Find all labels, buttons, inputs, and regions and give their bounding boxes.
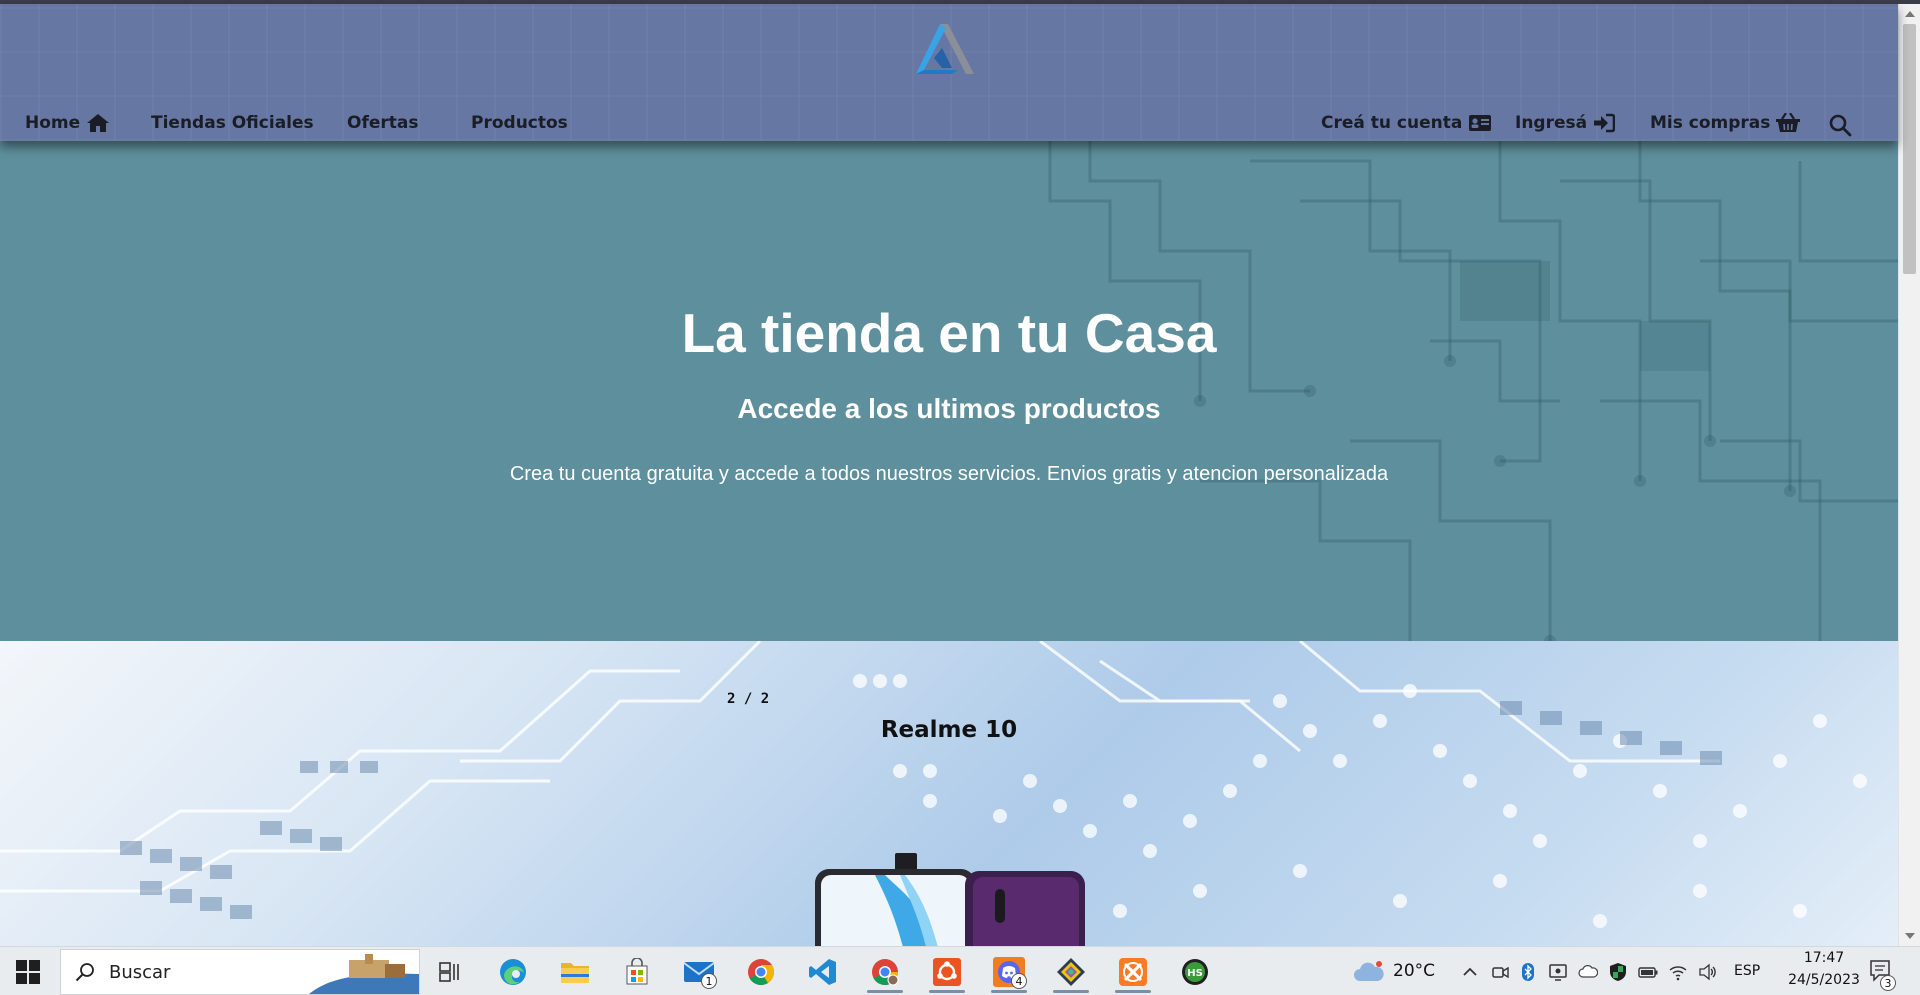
security-shield-icon[interactable] [1608, 962, 1628, 982]
windows-start-icon[interactable] [16, 960, 40, 984]
hero-subtitle: Accede a los ultimos productos [737, 393, 1161, 424]
ubuntu-icon [933, 958, 961, 986]
search-icon[interactable] [1828, 113, 1852, 137]
basket-icon [1776, 113, 1801, 132]
task-view-icon [439, 962, 459, 982]
taskbar-search-placeholder: Buscar [109, 961, 171, 983]
svg-text:HS: HS [1187, 968, 1203, 979]
nav-my-purchases[interactable]: Mis compras [1650, 110, 1801, 136]
sign-in-icon [1594, 113, 1616, 133]
nav-products-label: Productos [471, 113, 568, 133]
hero-banner: La tienda en tu Casa Accede a los ultimo… [0, 141, 1898, 641]
notifications-badge: 3 [1880, 975, 1896, 991]
nav-offers[interactable]: Ofertas [347, 110, 418, 136]
taskbar-discord[interactable]: 4 [983, 951, 1035, 993]
taskbar-file-explorer[interactable] [549, 951, 601, 993]
discord-badge: 4 [1011, 973, 1027, 989]
nav-create-account-label: Creá tu cuenta [1321, 113, 1463, 133]
taskbar-chrome[interactable] [735, 951, 787, 993]
hero-title: La tienda en tu Casa [681, 302, 1217, 364]
scroll-thumb[interactable] [1903, 24, 1916, 274]
hs-app-icon: HS [1182, 959, 1208, 985]
site-header: Home Tiendas Oficiales Ofertas Productos… [0, 4, 1898, 141]
onedrive-cloud-icon[interactable] [1578, 962, 1598, 982]
scroll-down-arrow-icon[interactable] [1904, 930, 1916, 942]
taskbar-store[interactable] [611, 951, 663, 993]
taskbar-hs-app[interactable]: HS [1169, 951, 1221, 993]
taskbar-xampp[interactable] [1107, 951, 1159, 993]
mail-badge: 1 [701, 973, 717, 989]
volume-icon[interactable] [1698, 962, 1718, 982]
nav-create-account[interactable]: Creá tu cuenta [1321, 110, 1492, 136]
nav-login-label: Ingresá [1515, 113, 1588, 133]
brand-logo[interactable] [912, 18, 976, 78]
edge-browser-icon [500, 959, 526, 985]
clock-time[interactable]: 17:47 [1778, 950, 1870, 966]
page-scrollbar[interactable] [1898, 4, 1920, 946]
taskbar-ubuntu[interactable] [921, 951, 973, 993]
scroll-up-arrow-icon[interactable] [1904, 8, 1916, 20]
product-title: Realme 10 [880, 717, 1018, 743]
circuit-background [1048, 141, 1898, 641]
xampp-icon [1119, 958, 1147, 986]
chevron-up-icon[interactable] [1460, 962, 1480, 982]
remote-display-icon[interactable] [1548, 962, 1568, 982]
camera-icon[interactable] [1490, 962, 1510, 982]
chrome-icon [748, 959, 775, 986]
store-icon [626, 958, 648, 985]
nav-official-stores[interactable]: Tiendas Oficiales [151, 110, 314, 136]
taskbar-vscode[interactable] [797, 951, 849, 993]
folder-icon [561, 963, 589, 983]
git-tool-icon [1057, 958, 1085, 986]
battery-icon[interactable] [1638, 962, 1658, 982]
input-language[interactable]: ESP [1734, 963, 1760, 979]
taskbar-chrome-profile[interactable] [859, 951, 911, 993]
weather-temperature[interactable]: 20°C [1393, 961, 1435, 981]
home-icon [87, 114, 110, 132]
weather-cloud-icon[interactable] [1352, 959, 1386, 983]
slide-counter: 2 / 2 [727, 691, 770, 707]
nav-home[interactable]: Home [25, 110, 110, 136]
search-highlight-image [309, 954, 419, 994]
chrome-icon [872, 959, 899, 986]
nav-products[interactable]: Productos [471, 110, 568, 136]
nav-official-stores-label: Tiendas Oficiales [151, 113, 314, 133]
nav-home-label: Home [25, 113, 81, 133]
hero-description: Crea tu cuenta gratuita y accede a todos… [509, 463, 1389, 485]
task-view-button[interactable] [424, 951, 476, 993]
clock-date[interactable]: 24/5/2023 [1778, 972, 1870, 988]
bluetooth-icon[interactable] [1518, 962, 1538, 982]
search-icon [75, 963, 94, 982]
product-carousel[interactable]: 2 / 2 Realme 10 [0, 641, 1898, 946]
nav-offers-label: Ofertas [347, 113, 419, 133]
nav-login[interactable]: Ingresá [1515, 110, 1616, 136]
taskbar-search-input[interactable]: Buscar [60, 949, 420, 995]
wifi-icon[interactable] [1668, 962, 1688, 982]
taskbar-edge[interactable] [487, 951, 539, 993]
windows-taskbar: Buscar 1 4 HS 20°C ESP 17:47 24/5/2023 3 [0, 946, 1920, 995]
product-phone-image[interactable] [815, 853, 1085, 946]
taskbar-git-tool[interactable] [1045, 951, 1097, 993]
taskbar-mail[interactable]: 1 [673, 951, 725, 993]
vscode-icon [809, 959, 836, 985]
id-card-icon [1469, 115, 1492, 131]
nav-my-purchases-label: Mis compras [1650, 113, 1771, 133]
